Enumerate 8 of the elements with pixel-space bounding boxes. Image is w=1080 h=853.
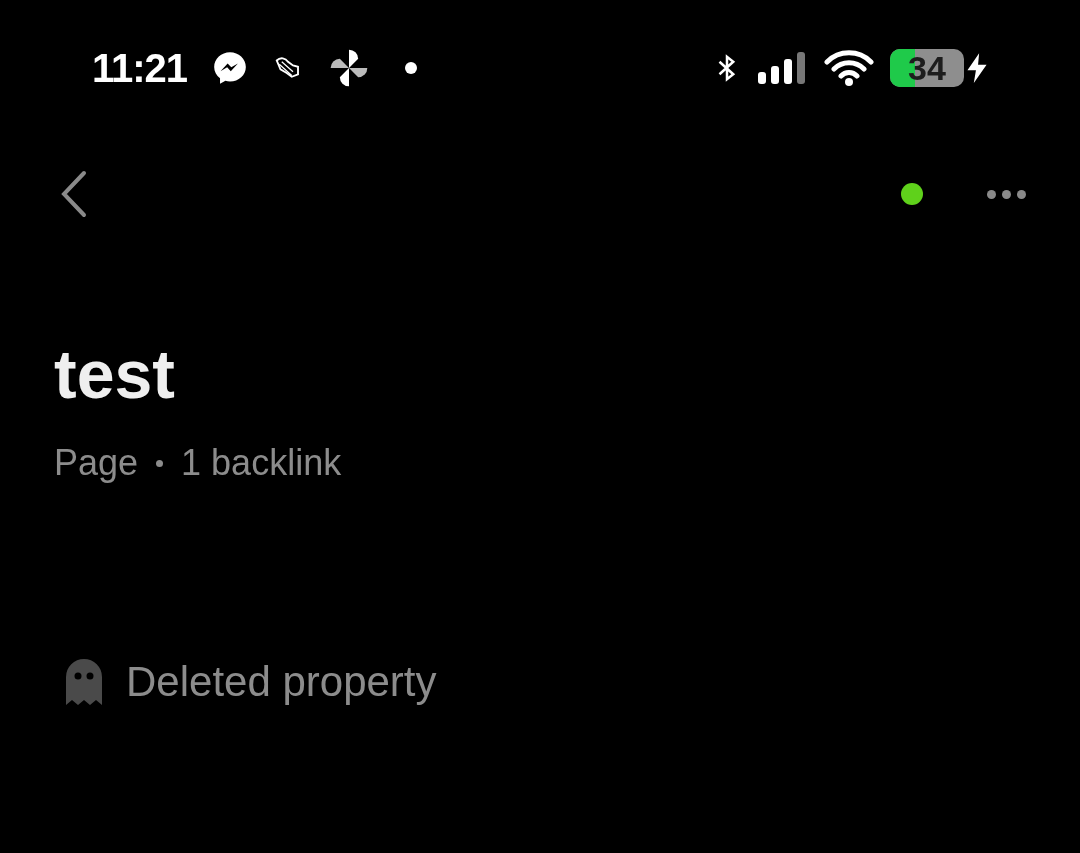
page-meta[interactable]: 1 backlink: [181, 436, 342, 490]
wifi-icon: [824, 49, 874, 87]
clock: 11:21: [92, 45, 188, 92]
page-title: test: [54, 340, 176, 408]
property-label[interactable]: Deleted property: [126, 650, 437, 713]
page-meta: Page: [54, 441, 139, 485]
signal-icon: [758, 50, 808, 86]
ghost-icon: [66, 658, 102, 705]
